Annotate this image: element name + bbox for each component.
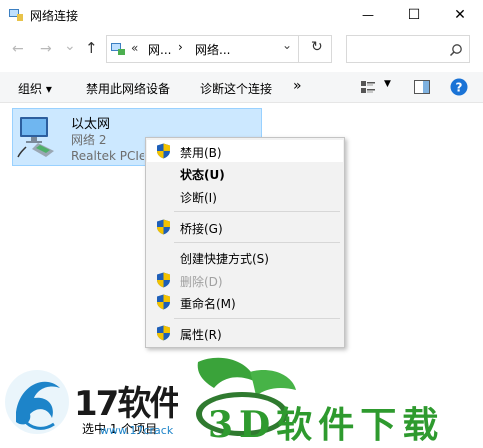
uac-shield-icon [157, 294, 170, 310]
watermark-left-text: 17软件下 [74, 384, 178, 424]
dragon-logo-icon [5, 370, 69, 434]
minimize-icon: — [362, 8, 374, 22]
breadcrumb-item-connections[interactable]: 网络... [195, 41, 230, 58]
diagnose-connection-button[interactable]: 诊断这个连接 [200, 80, 272, 97]
help-icon[interactable]: ? [450, 78, 468, 96]
breadcrumb-separator[interactable]: › [178, 40, 183, 54]
menu-item-label: 状态(U) [180, 168, 225, 182]
window-title: 网络连接 [30, 9, 79, 23]
watermark-right-text: 3D软件下载 [208, 404, 445, 446]
menu-separator [174, 242, 340, 243]
close-icon: ✕ [454, 7, 466, 23]
up-arrow-icon: ↑ [85, 39, 98, 57]
chevron-down-icon: ⌄ [64, 38, 76, 54]
menu-separator [174, 211, 340, 212]
network-connections-icon [9, 9, 23, 21]
minimize-button[interactable]: — [345, 0, 391, 30]
menu-item-label: 重命名(M) [180, 297, 236, 311]
breadcrumb-overflow[interactable]: « [131, 41, 138, 55]
context-menu: 禁用(B) 状态(U) 诊断(I) 桥接(G) 创建快捷方式(S) 删除(D) … [145, 137, 345, 348]
forward-button[interactable]: → [40, 41, 52, 57]
uac-shield-icon [157, 143, 170, 159]
menu-item-label: 创建快捷方式(S) [180, 252, 269, 266]
uac-shield-icon [157, 325, 170, 341]
connection-device: Realtek PCIe [71, 149, 144, 163]
menu-item-label: 删除(D) [180, 275, 223, 289]
back-arrow-icon: ← [12, 41, 24, 57]
disable-device-button[interactable]: 禁用此网络设备 [86, 80, 170, 97]
search-input[interactable] [351, 40, 445, 60]
recent-locations-dropdown[interactable]: ⌄ [64, 38, 76, 54]
caret-down-icon: ▼ [384, 79, 391, 89]
menu-item-status[interactable]: 状态(U) [147, 162, 343, 184]
address-dropdown-button[interactable]: ⌄ [282, 38, 292, 52]
menu-item-label: 禁用(B) [180, 146, 222, 160]
back-button[interactable]: ← [12, 41, 24, 57]
connection-network: 网络 2 [71, 133, 107, 147]
chevron-down-icon: ⌄ [282, 38, 293, 52]
connection-name: 以太网 [71, 117, 111, 132]
preview-pane-icon[interactable] [414, 80, 430, 94]
menu-item-label: 桥接(G) [180, 222, 223, 236]
forward-arrow-icon: → [40, 41, 52, 57]
change-view-button[interactable]: ▼ [360, 77, 400, 97]
menu-item-rename[interactable]: 重命名(M) [147, 291, 343, 313]
uac-shield-icon [157, 219, 170, 235]
menu-item-properties[interactable]: 属性(R) [147, 322, 343, 344]
menu-item-create-shortcut[interactable]: 创建快捷方式(S) [147, 246, 343, 268]
watermark-left-url: www.17crack [100, 424, 174, 437]
details-view-icon [361, 81, 375, 93]
svg-text:?: ? [456, 81, 463, 95]
control-panel-icon [111, 43, 125, 55]
menu-item-delete: 删除(D) [147, 269, 343, 291]
menu-item-diagnose[interactable]: 诊断(I) [147, 185, 343, 207]
menu-item-disable[interactable]: 禁用(B) [147, 140, 343, 162]
organize-button[interactable]: 组织 ▾ [18, 80, 52, 97]
search-icon [449, 44, 462, 57]
refresh-button[interactable]: ↻ [311, 39, 323, 55]
address-divider [298, 35, 299, 63]
watermark-right: 3D软件下载 [180, 352, 483, 446]
watermark-brand-17: 17软件下 [74, 376, 178, 425]
maximize-icon: ☐ [407, 7, 421, 23]
menu-separator [174, 318, 340, 319]
close-button[interactable]: ✕ [437, 0, 483, 30]
uac-shield-icon [157, 272, 170, 288]
maximize-button[interactable]: ☐ [391, 0, 437, 30]
menu-item-label: 诊断(I) [180, 191, 217, 205]
search-box[interactable] [346, 35, 470, 63]
refresh-icon: ↻ [311, 39, 323, 55]
up-button[interactable]: ↑ [85, 39, 98, 57]
menu-item-bridge[interactable]: 桥接(G) [147, 216, 343, 238]
more-commands-button[interactable]: » [293, 78, 302, 94]
breadcrumb-item-network[interactable]: 网... [148, 41, 171, 58]
watermark-left: 17软件下 www.17crack [0, 354, 178, 441]
ethernet-adapter-icon [17, 117, 54, 158]
menu-item-label: 属性(R) [180, 328, 222, 342]
